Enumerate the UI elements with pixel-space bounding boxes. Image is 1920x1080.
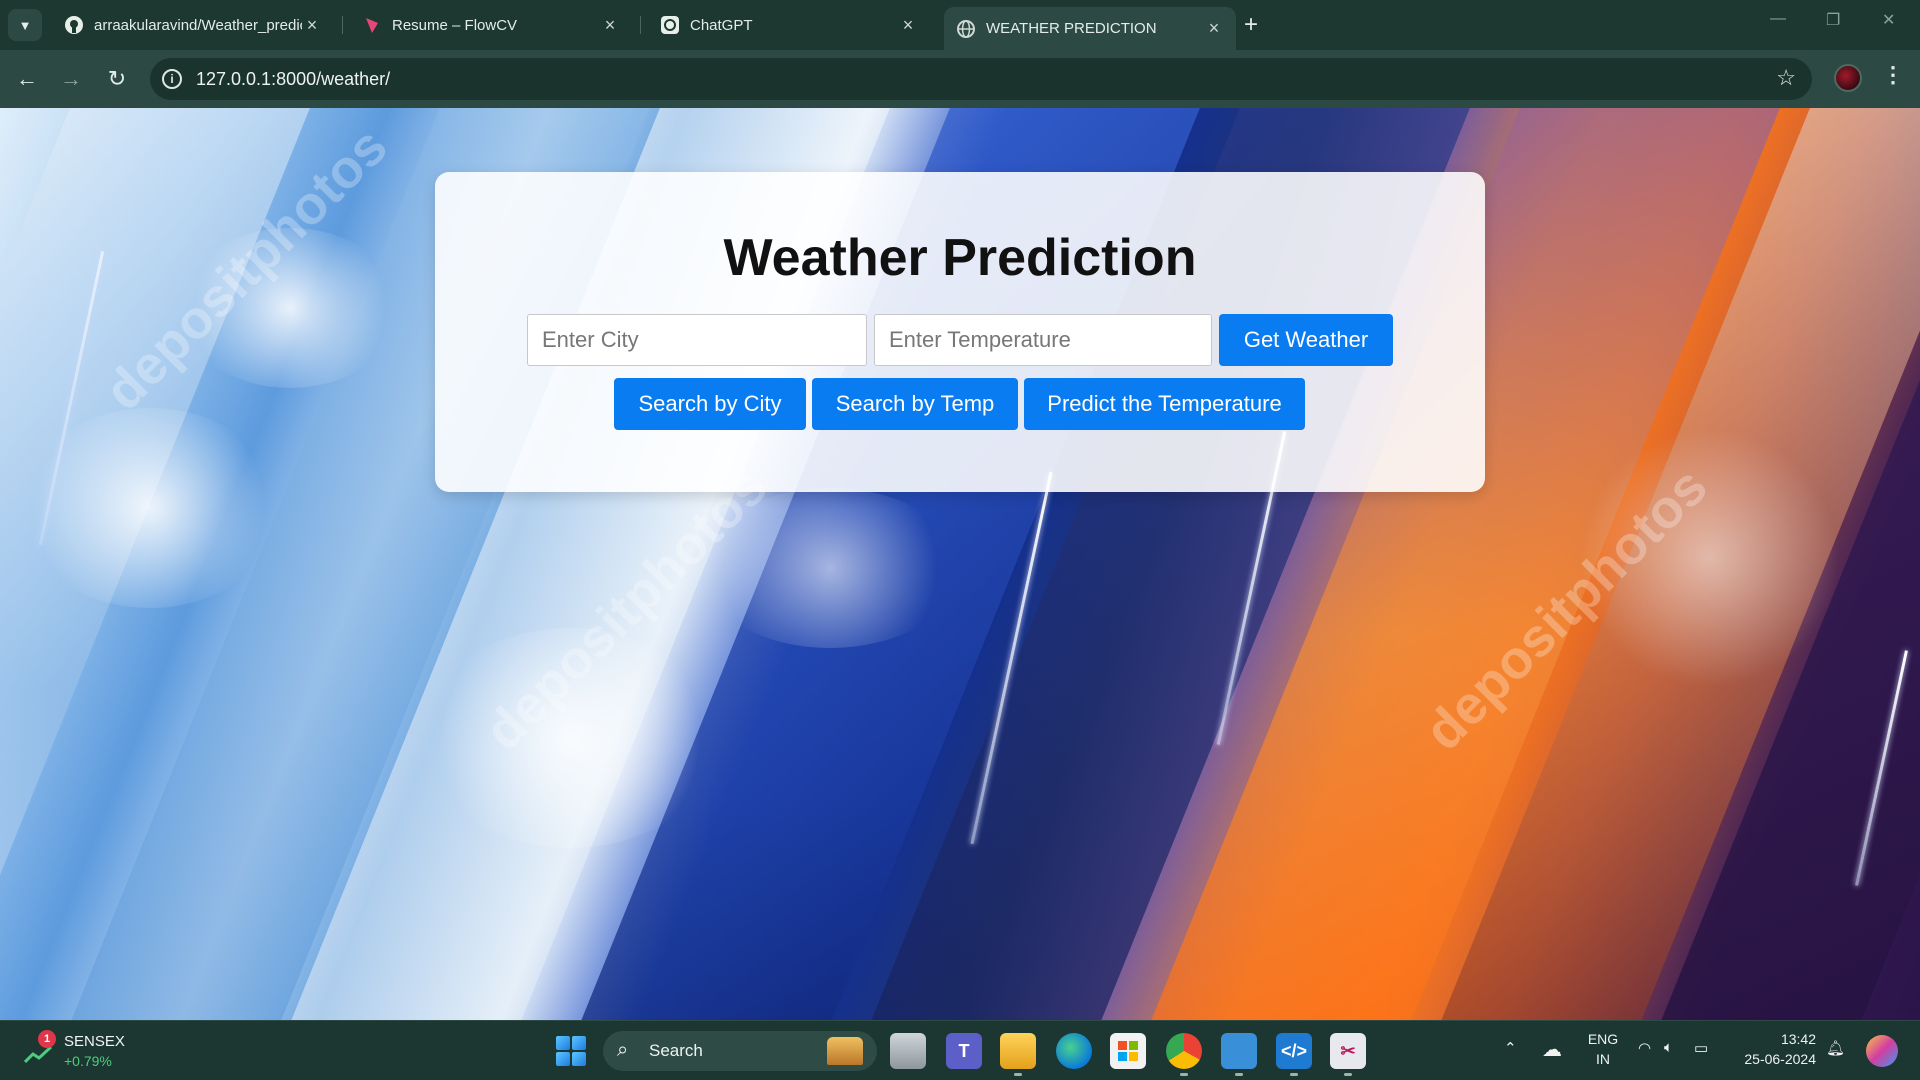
tab-separator: [640, 16, 641, 34]
notification-bell-icon[interactable]: 🔔︎: [1826, 1039, 1845, 1057]
get-weather-button[interactable]: Get Weather: [1219, 314, 1393, 366]
back-arrow-icon[interactable]: ←: [12, 64, 42, 94]
vscode-icon[interactable]: </>: [1276, 1033, 1312, 1069]
stock-ticker-widget[interactable]: 1 SENSEX +0.79%: [24, 1030, 154, 1074]
search-by-temp-button[interactable]: Search by Temp: [812, 378, 1018, 430]
tab-weather-prediction[interactable]: WEATHER PREDICTION ×: [944, 7, 1236, 50]
running-indicator: [1180, 1073, 1188, 1076]
site-info-icon[interactable]: i: [162, 69, 182, 89]
language-code: ENG: [1587, 1031, 1619, 1047]
running-indicator: [1235, 1073, 1243, 1076]
url-text[interactable]: 127.0.0.1:8000/weather/: [196, 69, 390, 90]
chatgpt-icon: [660, 15, 680, 35]
taskbar-search[interactable]: ⌕ Search: [603, 1031, 877, 1071]
address-bar[interactable]: i 127.0.0.1:8000/weather/ ☆: [150, 58, 1812, 100]
running-indicator: [1014, 1073, 1022, 1076]
search-highlight-icon: [827, 1037, 863, 1065]
clock-date: 25-06-2024: [1744, 1051, 1816, 1067]
region-code: IN: [1596, 1051, 1610, 1067]
tab-separator: [342, 16, 343, 34]
edge-icon[interactable]: [1056, 1033, 1092, 1069]
tab-title: ChatGPT: [690, 16, 753, 34]
predict-temperature-button[interactable]: Predict the Temperature: [1024, 378, 1305, 430]
close-icon[interactable]: ×: [1204, 18, 1224, 39]
tab-chatgpt[interactable]: ChatGPT ×: [648, 7, 930, 43]
taskbar-search-label: Search: [649, 1041, 703, 1060]
windows-start-icon[interactable]: [556, 1036, 586, 1066]
teams-icon[interactable]: T: [946, 1033, 982, 1069]
browser-tab-strip: ▼ arraakularavind/Weather_predic × Resum…: [0, 0, 1920, 50]
snipping-tool-icon[interactable]: ✂: [1330, 1033, 1366, 1069]
running-indicator: [1344, 1073, 1352, 1076]
close-icon[interactable]: ×: [600, 15, 620, 36]
close-icon[interactable]: ×: [898, 15, 918, 36]
microsoft-store-icon[interactable]: [1110, 1033, 1146, 1069]
window-close-icon[interactable]: ✕: [1882, 10, 1895, 30]
wifi-icon[interactable]: ◠: [1638, 1039, 1651, 1057]
system-clock[interactable]: 13:42 25-06-2024: [1736, 1029, 1816, 1069]
bookmark-star-icon[interactable]: ☆: [1776, 65, 1796, 91]
minimize-icon[interactable]: —: [1770, 10, 1786, 28]
file-explorer-icon[interactable]: [1000, 1033, 1036, 1069]
weather-page: depositphotos depositphotos depositphoto…: [0, 108, 1920, 1020]
weather-form-card: Weather Prediction Get Weather Search by…: [435, 172, 1485, 492]
reload-icon[interactable]: ↻: [102, 64, 132, 94]
battery-icon[interactable]: ▭: [1694, 1039, 1708, 1057]
search-by-city-button[interactable]: Search by City: [614, 378, 806, 430]
onedrive-cloud-icon[interactable]: ☁: [1542, 1037, 1562, 1062]
volume-icon[interactable]: 🔈︎: [1664, 1039, 1673, 1056]
copilot-icon[interactable]: [1866, 1035, 1898, 1067]
profile-avatar[interactable]: [1834, 64, 1862, 92]
search-icon: ⌕: [617, 1039, 629, 1061]
chrome-icon[interactable]: [1166, 1033, 1202, 1069]
temperature-input[interactable]: [874, 314, 1212, 366]
page-title: Weather Prediction: [723, 229, 1197, 287]
chevron-down-icon: ▼: [18, 17, 32, 33]
tab-title: WEATHER PREDICTION: [986, 20, 1157, 37]
tab-github[interactable]: arraakularavind/Weather_predic ×: [52, 7, 334, 43]
language-indicator[interactable]: ENG IN: [1585, 1029, 1621, 1069]
tab-search-dropdown[interactable]: ▼: [8, 9, 42, 41]
task-view-icon[interactable]: [890, 1033, 926, 1069]
tab-flowcv[interactable]: Resume – FlowCV ×: [350, 7, 632, 43]
tab-title: arraakularavind/Weather_predic: [94, 16, 302, 34]
browser-toolbar: ← → ↻ i 127.0.0.1:8000/weather/ ☆ ⋮: [0, 50, 1920, 108]
flowcv-icon: [362, 15, 382, 35]
restore-icon[interactable]: ❐: [1826, 10, 1840, 30]
city-input[interactable]: [527, 314, 867, 366]
github-icon: [64, 15, 84, 35]
cloud-shape: [20, 408, 280, 608]
browser-menu-icon[interactable]: ⋮: [1882, 62, 1904, 88]
notification-badge: 1: [38, 1030, 56, 1048]
show-hidden-icons[interactable]: ⌃: [1504, 1039, 1517, 1057]
ticker-change: +0.79%: [64, 1053, 112, 1069]
notepad-icon[interactable]: [1221, 1033, 1257, 1069]
tab-title: Resume – FlowCV: [392, 16, 518, 34]
globe-icon: [956, 19, 976, 39]
ticker-name: SENSEX: [64, 1033, 125, 1050]
new-tab-button[interactable]: +: [1244, 12, 1258, 38]
close-icon[interactable]: ×: [302, 15, 322, 36]
forward-arrow-icon[interactable]: →: [56, 64, 86, 94]
clock-time: 13:42: [1780, 1031, 1816, 1047]
taskbar: 1 SENSEX +0.79% ⌕ Search T </> ✂ ⌃ ☁ ENG…: [0, 1020, 1920, 1080]
running-indicator: [1290, 1073, 1298, 1076]
